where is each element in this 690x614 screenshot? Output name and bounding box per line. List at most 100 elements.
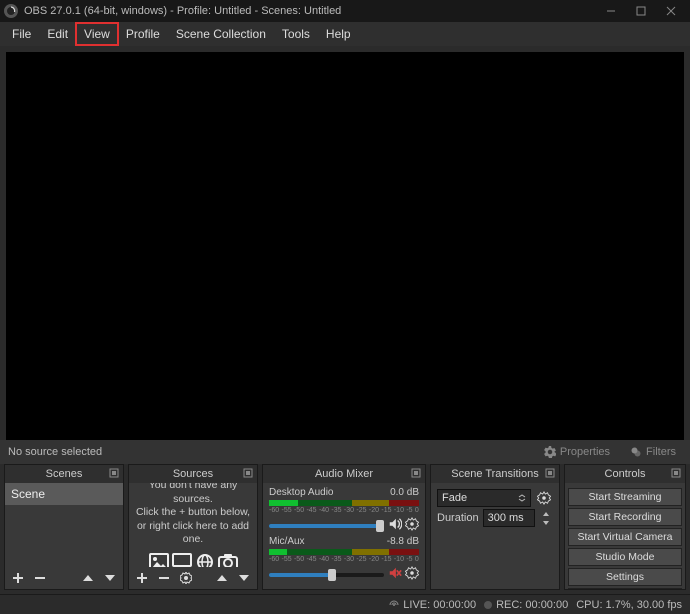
exit-button[interactable]: Exit [568, 588, 682, 589]
image-source-icon [149, 553, 169, 567]
controls-title: Controls [605, 468, 646, 480]
source-settings-button[interactable] [177, 569, 195, 587]
menu-tools[interactable]: Tools [274, 23, 318, 45]
audio-mixer-dock: Audio Mixer Desktop Audio 0.0 dB -60-55-… [262, 464, 426, 590]
window-maximize-button[interactable] [626, 1, 656, 21]
rec-indicator: REC: 00:00:00 [484, 599, 568, 611]
properties-label: Properties [560, 446, 610, 458]
transitions-dock: Scene Transitions Fade Duration 300 ms [430, 464, 560, 590]
controls-body: Start Streaming Start Recording Start Vi… [565, 483, 685, 589]
track-settings-button[interactable] [405, 566, 419, 583]
mixer-header[interactable]: Audio Mixer [263, 465, 425, 483]
detach-icon[interactable] [109, 468, 119, 478]
cpu-text: CPU: 1.7%, 30.00 fps [576, 599, 682, 611]
mixer-volume-slider[interactable] [269, 524, 384, 528]
scene-item[interactable]: Scene [5, 483, 123, 505]
detach-icon[interactable] [411, 468, 421, 478]
start-virtual-camera-button[interactable]: Start Virtual Camera [568, 528, 682, 546]
window-minimize-button[interactable] [596, 1, 626, 21]
detach-icon[interactable] [671, 468, 681, 478]
menu-file[interactable]: File [4, 23, 39, 45]
rec-text: REC: 00:00:00 [496, 599, 568, 611]
gear-icon [544, 446, 556, 458]
source-remove-button[interactable] [155, 569, 173, 587]
mixer-volume-slider[interactable] [269, 573, 384, 577]
duration-down-button[interactable] [539, 518, 553, 527]
sources-footer [129, 567, 257, 589]
globe-source-icon [195, 553, 215, 567]
speaker-muted-icon[interactable] [388, 566, 402, 583]
track-settings-button[interactable] [405, 517, 419, 534]
sources-header[interactable]: Sources [129, 465, 257, 483]
window-close-button[interactable] [656, 1, 686, 21]
filters-label: Filters [646, 446, 676, 458]
preview-canvas[interactable] [6, 52, 684, 440]
controls-header[interactable]: Controls [565, 465, 685, 483]
mixer-meter [269, 549, 419, 555]
duration-input[interactable]: 300 ms [483, 509, 535, 527]
menubar: File Edit View Profile Scene Collection … [0, 22, 690, 46]
speaker-icon[interactable] [388, 517, 402, 534]
menu-help[interactable]: Help [318, 23, 359, 45]
scene-up-button[interactable] [79, 569, 97, 587]
menu-profile[interactable]: Profile [118, 23, 168, 45]
start-recording-button[interactable]: Start Recording [568, 508, 682, 526]
mixer-track: Desktop Audio 0.0 dB -60-55-50-45-40-35-… [269, 487, 419, 534]
window-title: OBS 27.0.1 (64-bit, windows) - Profile: … [24, 5, 596, 17]
obs-logo-icon [4, 4, 18, 18]
filters-icon [630, 446, 642, 458]
duration-label: Duration [437, 512, 479, 524]
transitions-title: Scene Transitions [451, 468, 538, 480]
menu-edit[interactable]: Edit [39, 23, 76, 45]
sources-title: Sources [173, 468, 213, 480]
transition-select[interactable]: Fade [437, 489, 531, 507]
settings-button[interactable]: Settings [568, 568, 682, 586]
sources-empty-3: or right click here to add one. [133, 520, 253, 547]
sources-icons-row [133, 553, 253, 567]
source-add-button[interactable] [133, 569, 151, 587]
scenes-header[interactable]: Scenes [5, 465, 123, 483]
titlebar[interactable]: OBS 27.0.1 (64-bit, windows) - Profile: … [0, 0, 690, 22]
preview-area [0, 46, 690, 440]
duration-up-button[interactable] [539, 509, 553, 518]
live-indicator: LIVE: 00:00:00 [389, 599, 476, 611]
live-text: LIVE: 00:00:00 [403, 599, 476, 611]
mixer-meter [269, 500, 419, 506]
scenes-dock: Scenes Scene [4, 464, 124, 590]
start-streaming-button[interactable]: Start Streaming [568, 488, 682, 506]
menu-scene-collection[interactable]: Scene Collection [168, 23, 274, 45]
filters-button[interactable]: Filters [624, 444, 682, 460]
menu-view[interactable]: View [76, 23, 118, 45]
scene-down-button[interactable] [101, 569, 119, 587]
sources-dock: Sources You don't have any sources. Clic… [128, 464, 258, 590]
sources-body[interactable]: You don't have any sources. Click the + … [129, 483, 257, 567]
display-source-icon [172, 553, 192, 567]
mixer-track-db: 0.0 dB [390, 487, 419, 498]
camera-source-icon [218, 553, 238, 567]
scene-remove-button[interactable] [31, 569, 49, 587]
properties-button[interactable]: Properties [538, 444, 616, 460]
detach-icon[interactable] [243, 468, 253, 478]
no-source-label: No source selected [8, 446, 530, 458]
source-down-button[interactable] [235, 569, 253, 587]
detach-icon[interactable] [545, 468, 555, 478]
scenes-body[interactable]: Scene [5, 483, 123, 567]
mixer-track-name: Desktop Audio [269, 487, 334, 498]
rec-dot-icon [484, 601, 492, 609]
statusbar: LIVE: 00:00:00 REC: 00:00:00 CPU: 1.7%, … [0, 594, 690, 614]
chevron-updown-icon [518, 494, 526, 502]
mixer-track-name: Mic/Aux [269, 536, 305, 547]
docks-row: Scenes Scene Sources You don't have any … [0, 464, 690, 594]
mixer-ticks: -60-55-50-45-40-35-30-25-20-15-10-50 [269, 556, 419, 564]
scene-add-button[interactable] [9, 569, 27, 587]
transition-settings-button[interactable] [535, 489, 553, 507]
source-up-button[interactable] [213, 569, 231, 587]
mixer-ticks: -60-55-50-45-40-35-30-25-20-15-10-50 [269, 507, 419, 515]
transitions-header[interactable]: Scene Transitions [431, 465, 559, 483]
sources-empty-1: You don't have any sources. [133, 483, 253, 506]
mixer-track: Mic/Aux -8.8 dB -60-55-50-45-40-35-30-25… [269, 536, 419, 583]
scenes-footer [5, 567, 123, 589]
mixer-track-db: -8.8 dB [387, 536, 419, 547]
mixer-body: Desktop Audio 0.0 dB -60-55-50-45-40-35-… [263, 483, 425, 589]
studio-mode-button[interactable]: Studio Mode [568, 548, 682, 566]
